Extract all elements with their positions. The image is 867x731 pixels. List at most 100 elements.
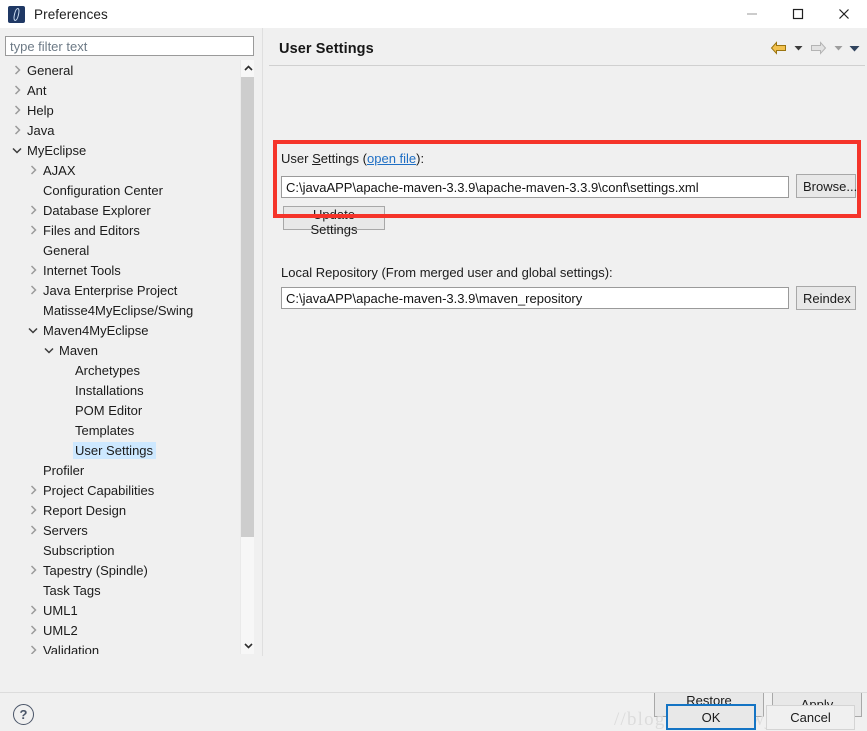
tree-item[interactable]: Templates: [5, 420, 240, 440]
tree-item[interactable]: Matisse4MyEclipse/Swing: [5, 300, 240, 320]
chevron-right-icon[interactable]: [25, 225, 41, 235]
tree-item-label: Database Explorer: [43, 202, 151, 218]
local-repository-label: Local Repository (From merged user and g…: [281, 265, 613, 280]
maximize-icon[interactable]: [775, 0, 821, 28]
page-title: User Settings: [279, 40, 374, 57]
close-paren: ):: [416, 151, 425, 166]
minimize-icon[interactable]: [729, 0, 775, 28]
tree-item[interactable]: Archetypes: [5, 360, 240, 380]
tree-item[interactable]: POM Editor: [5, 400, 240, 420]
chevron-right-icon[interactable]: [25, 565, 41, 575]
chevron-right-icon[interactable]: [25, 505, 41, 515]
tree-item[interactable]: Task Tags: [5, 580, 240, 600]
tree-vertical-scrollbar[interactable]: [240, 60, 254, 654]
back-menu-caret-down-icon[interactable]: [791, 38, 805, 58]
close-icon[interactable]: [821, 0, 867, 28]
filter-input[interactable]: [5, 36, 254, 56]
help-icon[interactable]: ?: [13, 704, 34, 725]
scrollbar-thumb[interactable]: [241, 77, 254, 537]
browse-button[interactable]: Browse...: [796, 174, 857, 198]
tree-item-label: Files and Editors: [43, 222, 140, 238]
forward-arrow-icon: [807, 38, 829, 58]
tree-item[interactable]: Maven: [5, 340, 240, 360]
tree-item-label: Profiler: [43, 462, 85, 478]
tree-item[interactable]: Java: [5, 120, 240, 140]
page-header: User Settings: [269, 32, 865, 66]
chevron-right-icon[interactable]: [25, 165, 41, 175]
tree-item[interactable]: AJAX: [5, 160, 240, 180]
tree-item[interactable]: User Settings: [5, 440, 240, 460]
cancel-button[interactable]: Cancel: [766, 705, 855, 730]
back-arrow-icon[interactable]: [767, 38, 789, 58]
tree-item[interactable]: General: [5, 240, 240, 260]
tree-item[interactable]: General: [5, 60, 240, 80]
chevron-right-icon[interactable]: [25, 285, 41, 295]
tree-item-label: Java: [27, 122, 55, 138]
chevron-right-icon[interactable]: [25, 265, 41, 275]
tree-item[interactable]: UML2: [5, 620, 240, 640]
user-settings-label-mnemonic: S: [312, 151, 321, 166]
tree-item[interactable]: Servers: [5, 520, 240, 540]
chevron-right-icon[interactable]: [25, 645, 41, 654]
chevron-down-icon[interactable]: [41, 347, 57, 354]
tree-item[interactable]: Configuration Center: [5, 180, 240, 200]
chevron-right-icon[interactable]: [9, 85, 25, 95]
tree-item-label: Report Design: [43, 502, 127, 518]
chevron-right-icon[interactable]: [25, 205, 41, 215]
chevron-right-icon[interactable]: [25, 605, 41, 615]
scroll-up-icon[interactable]: [241, 60, 254, 77]
view-menu-caret-down-icon[interactable]: [847, 38, 861, 58]
forward-menu-caret-down-icon: [831, 38, 845, 58]
tree-item[interactable]: Project Capabilities: [5, 480, 240, 500]
tree-item[interactable]: MyEclipse: [5, 140, 240, 160]
tree-item-label: User Settings: [73, 441, 157, 459]
tree-item-label: Subscription: [43, 542, 115, 558]
tree-item[interactable]: Validation: [5, 640, 240, 654]
window-controls: [729, 0, 867, 28]
tree-item[interactable]: Ant: [5, 80, 240, 100]
user-settings-path-input[interactable]: [281, 176, 789, 198]
tree-item[interactable]: Profiler: [5, 460, 240, 480]
tree-item-label: General: [27, 62, 74, 78]
tree-item[interactable]: Installations: [5, 380, 240, 400]
local-repository-path-input[interactable]: [281, 287, 789, 309]
tree-item[interactable]: Tapestry (Spindle): [5, 560, 240, 580]
scroll-down-icon[interactable]: [241, 637, 254, 654]
chevron-right-icon[interactable]: [25, 525, 41, 535]
tree-item-label: Templates: [75, 422, 135, 438]
tree-item-label: UML2: [43, 622, 78, 638]
chevron-right-icon[interactable]: [9, 105, 25, 115]
update-settings-button[interactable]: Update Settings: [283, 206, 385, 237]
tree-item-label: Servers: [43, 522, 88, 538]
chevron-right-icon[interactable]: [9, 65, 25, 75]
chevron-down-icon[interactable]: [25, 327, 41, 334]
page-nav-tools: [767, 38, 861, 58]
window-title: Preferences: [34, 6, 108, 22]
tree-item[interactable]: Maven4MyEclipse: [5, 320, 240, 340]
tree-item-label: Maven4MyEclipse: [43, 322, 149, 338]
tree-item[interactable]: Report Design: [5, 500, 240, 520]
tree-items-container: General Ant Help Java MyEclipse AJAX Configura…: [5, 60, 240, 654]
tree-item-label: Installations: [75, 382, 144, 398]
tree-item[interactable]: Files and Editors: [5, 220, 240, 240]
reindex-button[interactable]: Reindex: [796, 286, 856, 310]
tree-item[interactable]: UML1: [5, 600, 240, 620]
open-file-link[interactable]: open file: [367, 151, 416, 166]
tree-item-label: UML1: [43, 602, 78, 618]
tree-item[interactable]: Help: [5, 100, 240, 120]
ok-button[interactable]: OK: [666, 704, 756, 730]
preferences-tree[interactable]: General Ant Help Java MyEclipse AJAX Configura…: [5, 60, 254, 654]
chevron-right-icon[interactable]: [25, 485, 41, 495]
chevron-right-icon[interactable]: [25, 625, 41, 635]
chevron-down-icon[interactable]: [9, 147, 25, 154]
user-settings-label-prefix: User: [281, 151, 313, 166]
tree-item[interactable]: Internet Tools: [5, 260, 240, 280]
chevron-right-icon[interactable]: [9, 125, 25, 135]
tree-item[interactable]: Java Enterprise Project: [5, 280, 240, 300]
tree-item[interactable]: Subscription: [5, 540, 240, 560]
tree-item[interactable]: Database Explorer: [5, 200, 240, 220]
tree-item-label: Project Capabilities: [43, 482, 155, 498]
tree-item-label: Internet Tools: [43, 262, 121, 278]
pane-divider[interactable]: [262, 28, 263, 656]
tree-item-label: Tapestry (Spindle): [43, 562, 148, 578]
